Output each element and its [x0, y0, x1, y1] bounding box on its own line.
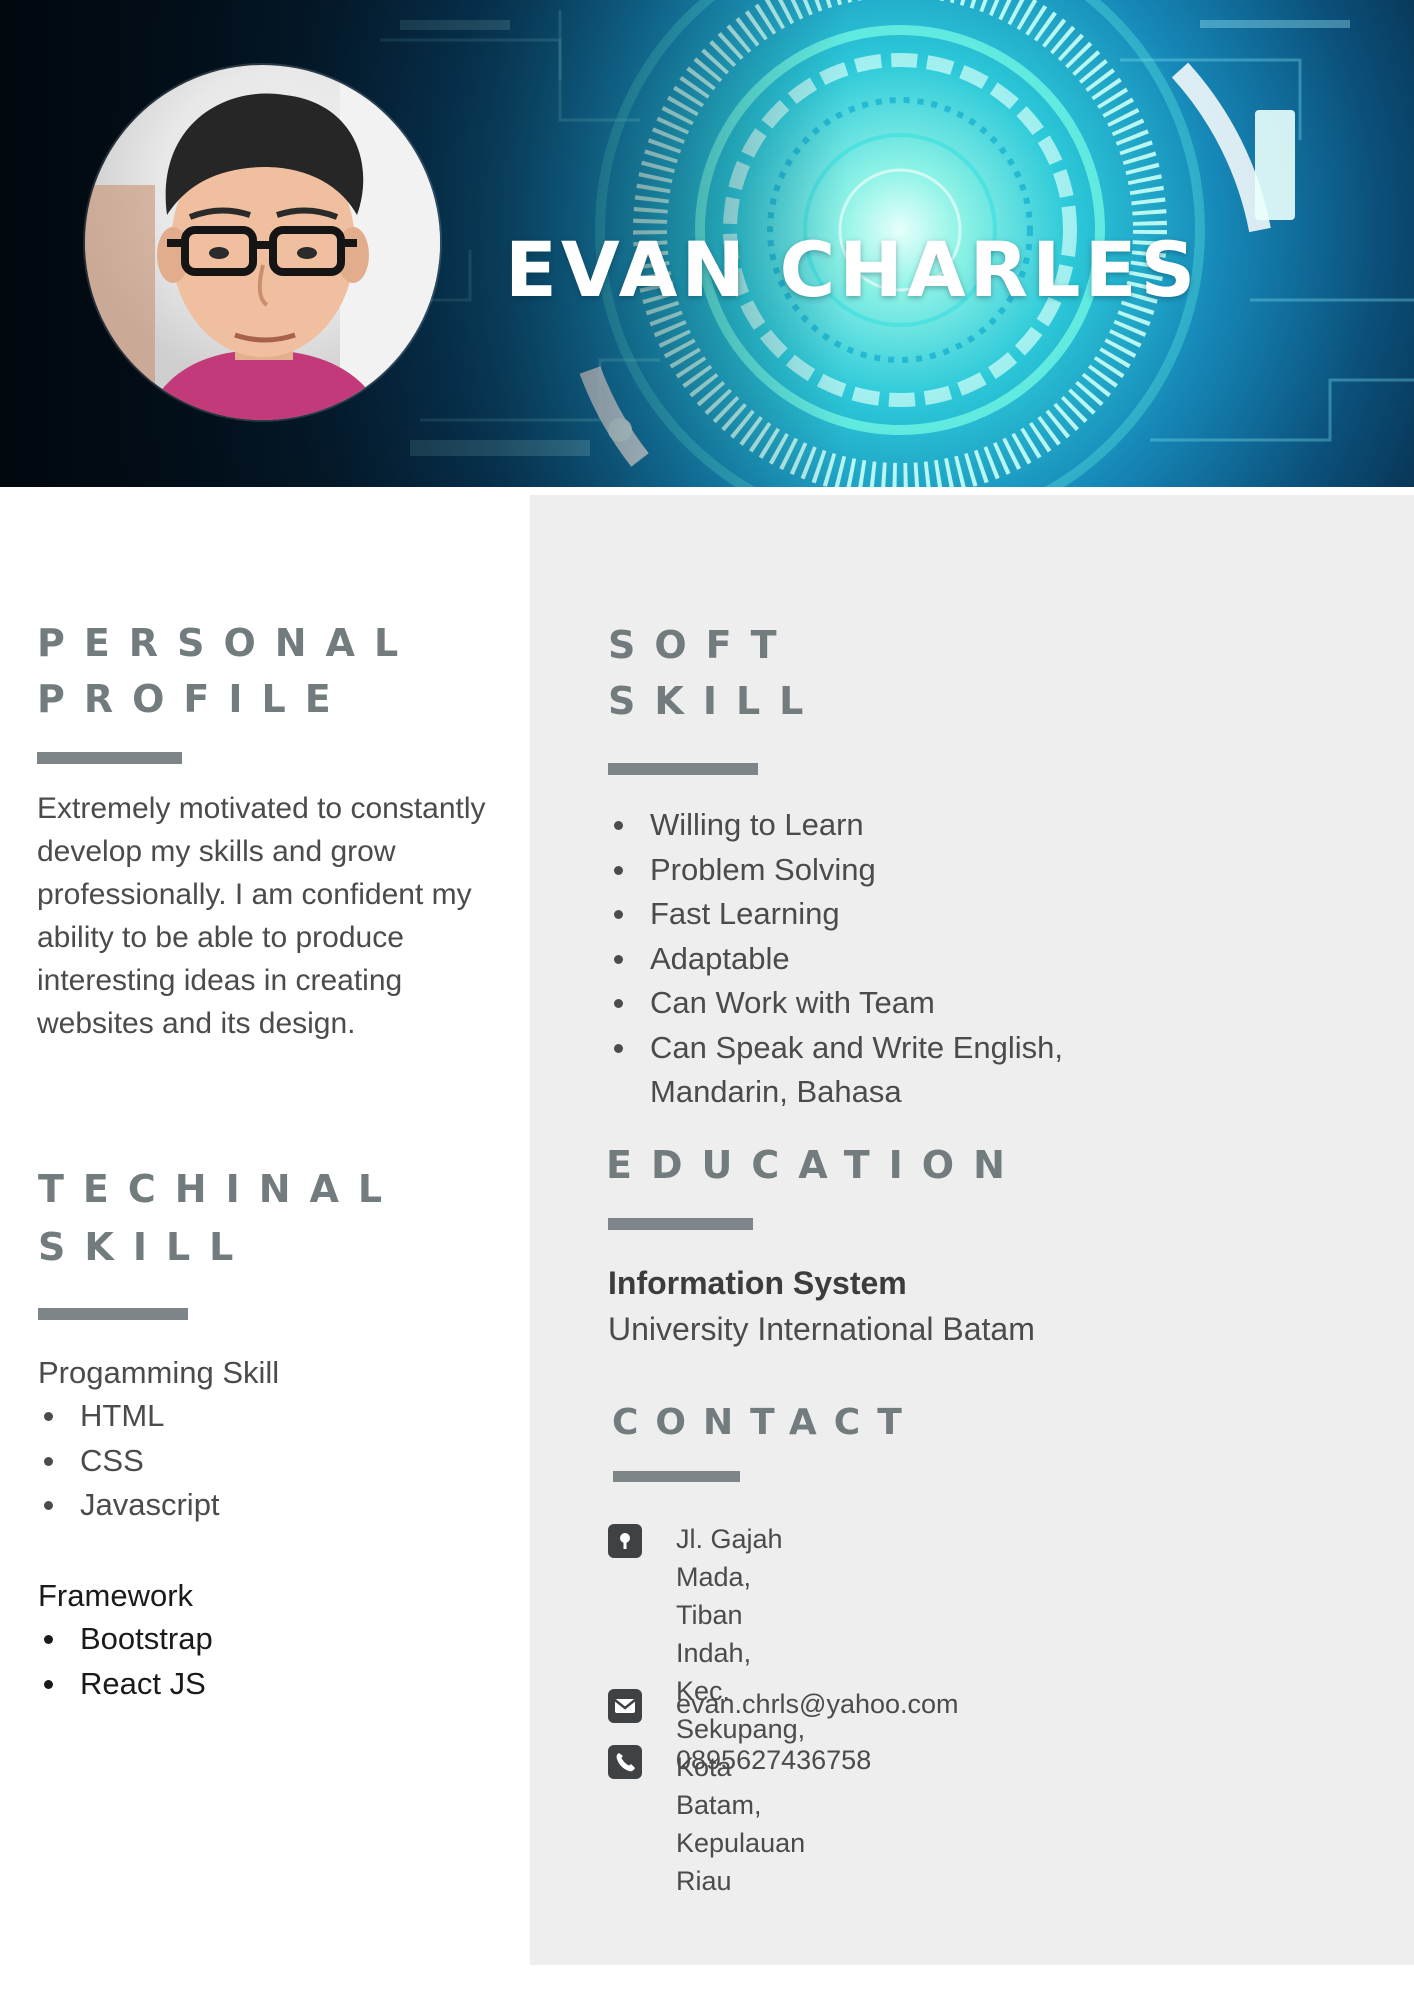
education-degree: Information System	[608, 1265, 907, 1301]
soft-skill-divider	[608, 763, 758, 775]
programming-skill-label: Progamming Skill	[38, 1355, 280, 1390]
list-item: Can Work with Team	[608, 981, 1168, 1026]
education-school: University International Batam	[608, 1311, 1035, 1347]
soft-skill-heading: SOFT SKILL	[608, 623, 823, 723]
list-item: HTML	[38, 1394, 220, 1439]
location-icon	[608, 1524, 642, 1558]
contact-divider	[613, 1471, 740, 1482]
list-item: CSS	[38, 1439, 220, 1484]
candidate-name: EVAN CHARLES	[505, 225, 1200, 314]
contact-phone[interactable]: 0895627436758	[676, 1741, 871, 1779]
list-item: Willing to Learn	[608, 803, 1168, 848]
profile-photo	[85, 65, 440, 420]
contact-heading: CONTACT	[612, 1402, 919, 1443]
list-item: Fast Learning	[608, 892, 1168, 937]
contact-email[interactable]: evan.chrls@yahoo.com	[676, 1685, 959, 1723]
technical-skill-divider	[38, 1308, 188, 1320]
framework-list: Bootstrap React JS	[38, 1617, 213, 1706]
list-item: Problem Solving	[608, 848, 1168, 893]
personal-profile-heading: PERSONAL PROFILE	[37, 621, 418, 721]
list-item: Bootstrap	[38, 1617, 213, 1662]
framework-label: Framework	[38, 1578, 194, 1613]
list-item: React JS	[38, 1662, 213, 1707]
email-icon	[608, 1689, 642, 1723]
soft-skill-list: Willing to Learn Problem Solving Fast Le…	[608, 803, 1168, 1115]
header-banner: EVAN CHARLES	[0, 0, 1414, 487]
list-item: Can Speak and Write English, Mandarin, B…	[608, 1026, 1168, 1115]
personal-profile-divider	[37, 752, 182, 764]
phone-icon	[608, 1745, 642, 1779]
programming-skill-list: HTML CSS Javascript	[38, 1394, 220, 1528]
list-item: Adaptable	[608, 937, 1168, 982]
education-heading: EDUCATION	[606, 1143, 1024, 1187]
personal-profile-text: Extremely motivated to constantly develo…	[37, 792, 486, 1040]
education-divider	[608, 1218, 753, 1230]
technical-skill-heading: TECHINAL SKILL	[38, 1167, 402, 1269]
list-item: Javascript	[38, 1483, 220, 1528]
